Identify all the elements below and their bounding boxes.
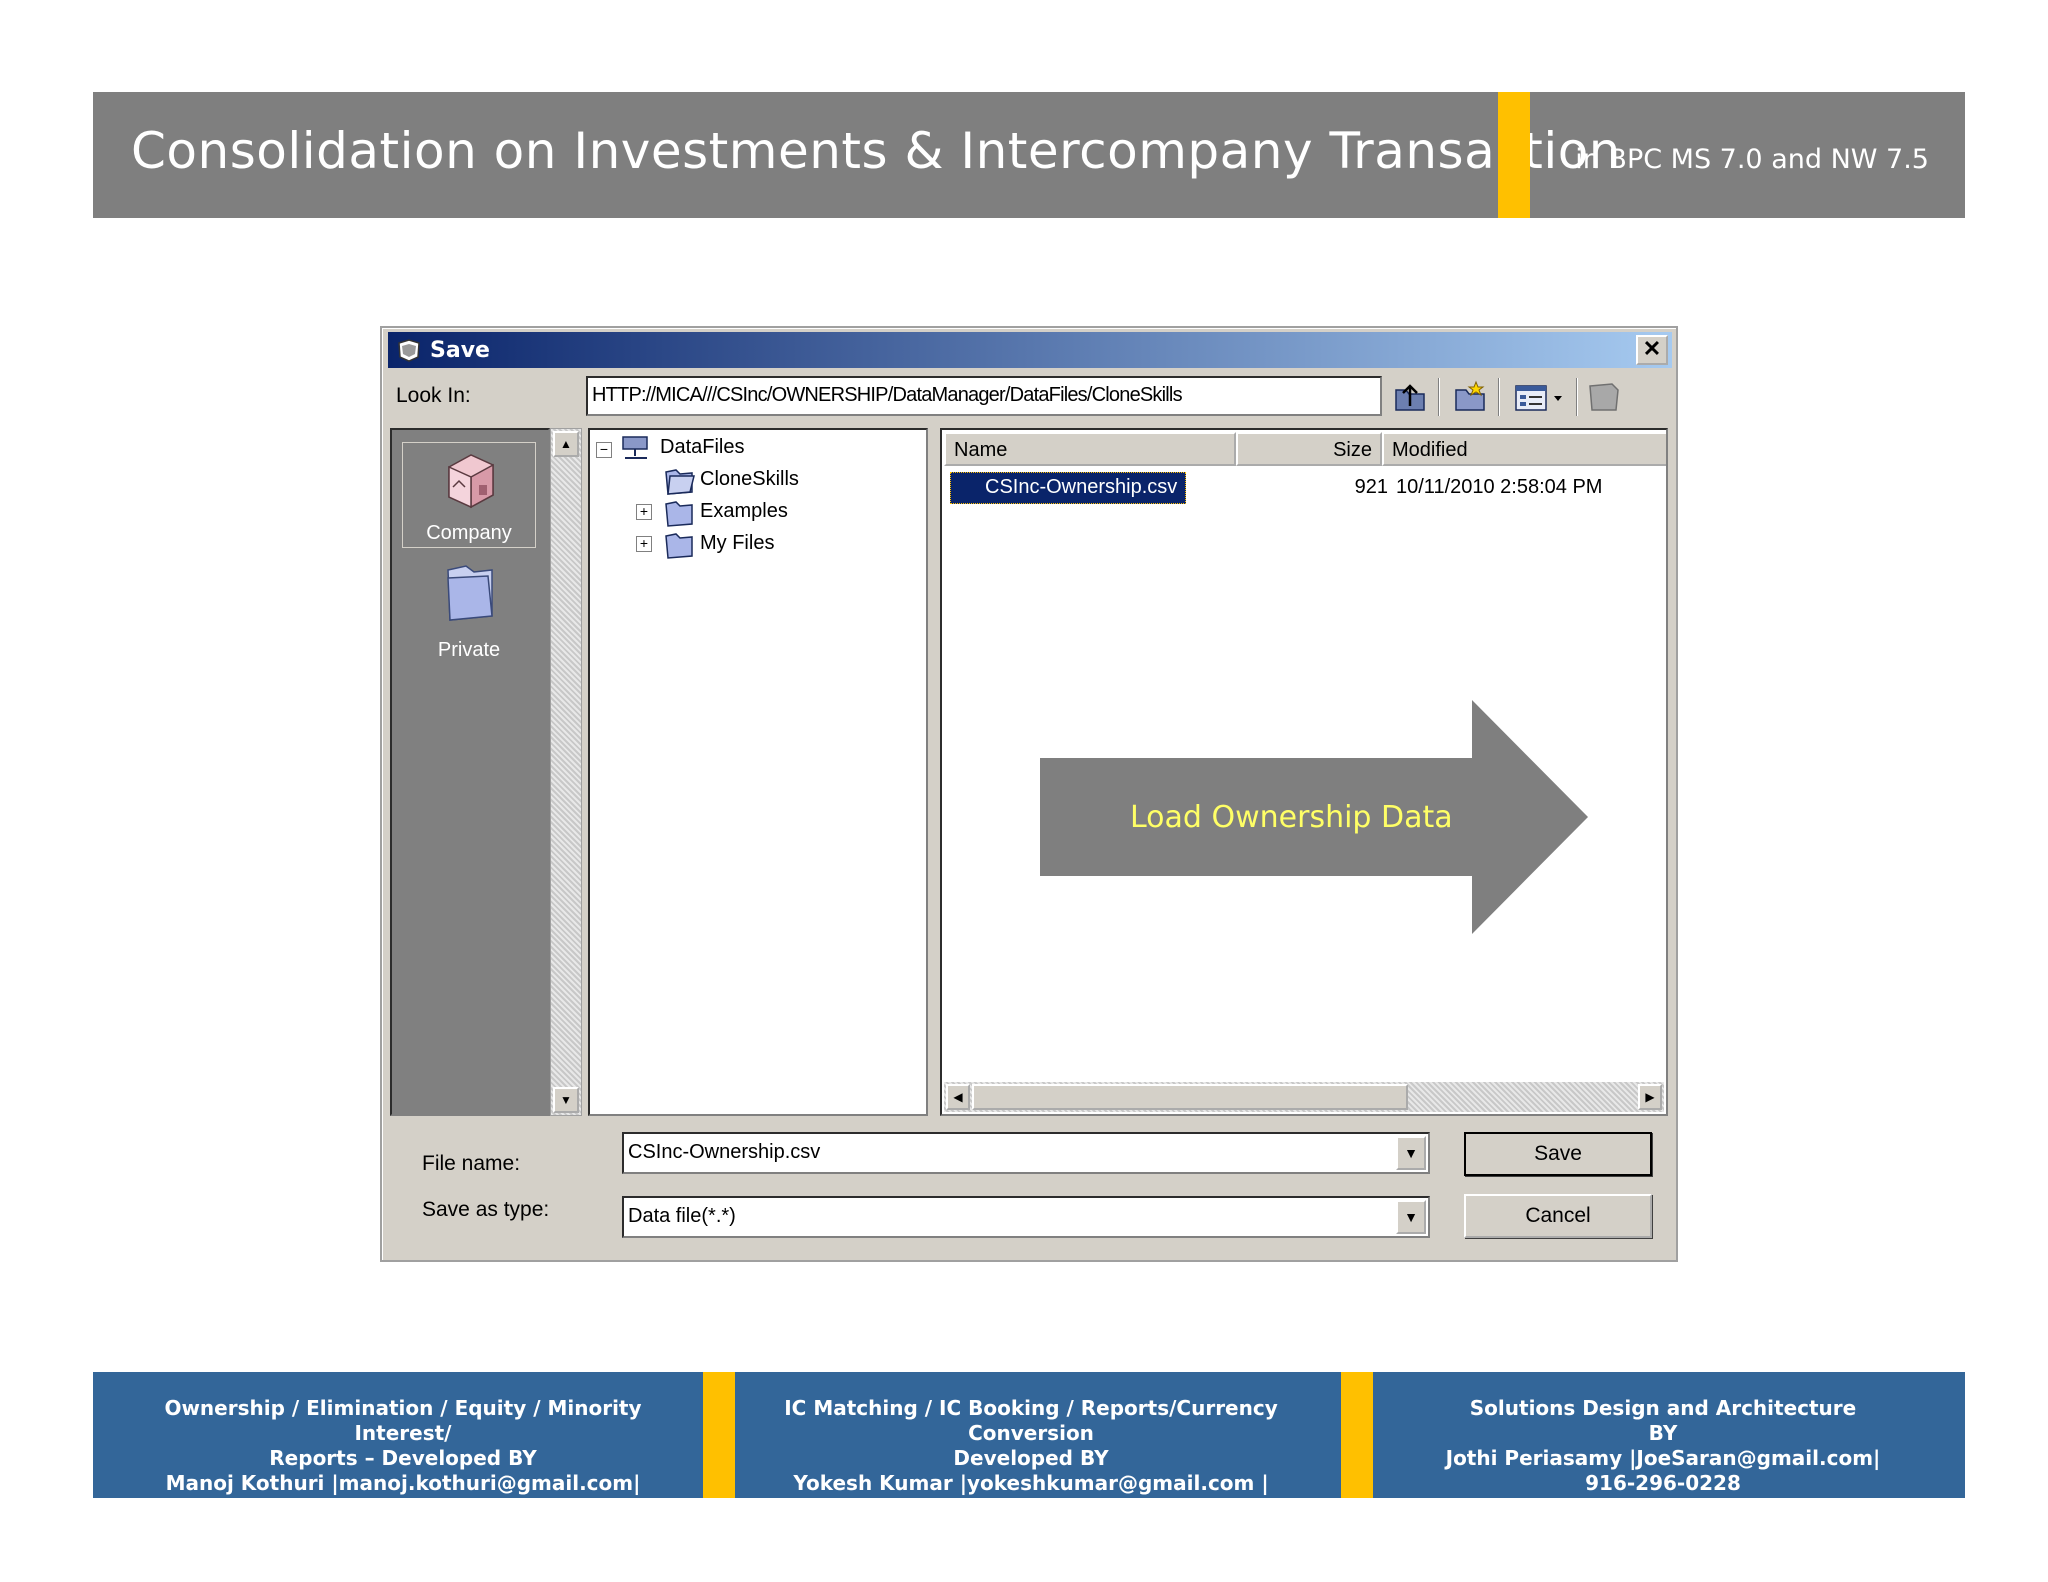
footer-line: Manoj Kothuri |manoj.kothuri@gmail.com|	[165, 1471, 641, 1495]
file-row[interactable]: CSInc-Ownership.csv 921 10/11/2010 2:58:…	[942, 472, 1666, 506]
folder-icon	[665, 501, 693, 527]
column-header-modified[interactable]: Modified	[1382, 432, 1666, 466]
cancel-button[interactable]: Cancel	[1464, 1194, 1652, 1238]
footer-line: Ownership / Elimination / Equity / Minor…	[164, 1396, 642, 1445]
tree-item-my-files[interactable]: My Files	[700, 532, 774, 555]
scroll-down-icon[interactable]: ▼	[553, 1087, 579, 1113]
footer-line: Developed BY	[953, 1446, 1109, 1470]
file-name-input[interactable]: CSInc-Ownership.csv ▼	[622, 1132, 1430, 1174]
look-in-field[interactable]: HTTP://MICA///CSInc/OWNERSHIP/DataManage…	[586, 376, 1382, 416]
slide-subtitle: in BPC MS 7.0 and NW 7.5	[1575, 144, 1929, 175]
view-menu-icon[interactable]	[1510, 376, 1570, 418]
new-folder-icon[interactable]	[1448, 376, 1492, 418]
tree-item-datafiles[interactable]: DataFiles	[660, 436, 744, 459]
save-button[interactable]: Save	[1464, 1132, 1652, 1176]
toolbar-separator	[1498, 378, 1500, 416]
file-size: 921	[1354, 476, 1388, 498]
look-in-label: Look In:	[396, 384, 471, 407]
dialog-title: Save	[430, 338, 490, 363]
places-scrollbar[interactable]: ▲ ▼	[550, 428, 582, 1116]
file-name-value: CSInc-Ownership.csv	[628, 1141, 821, 1163]
footer-credits-1: Ownership / Elimination / Equity / Minor…	[113, 1396, 693, 1521]
file-modified: 10/11/2010 2:58:04 PM	[1396, 476, 1603, 498]
file-list-scrollbar[interactable]: ◀ ▶	[944, 1082, 1664, 1112]
header-accent-bar	[1498, 92, 1530, 218]
tree-item-cloneskills[interactable]: CloneSkills	[700, 468, 799, 491]
footer-line: 617-957-5479	[325, 1496, 481, 1520]
server-icon	[448, 454, 494, 509]
place-company[interactable]: Company	[402, 442, 536, 548]
scrollbar-thumb[interactable]	[972, 1084, 1408, 1110]
slide-header: Consolidation on Investments & Intercomp…	[93, 92, 1965, 218]
place-private[interactable]: Private	[402, 558, 536, 664]
footer-line: Jothi Periasamy |JoeSaran@gmail.com|	[1445, 1446, 1881, 1470]
footer-line: Reports – Developed BY	[269, 1446, 537, 1470]
column-header-name[interactable]: Name	[944, 432, 1236, 466]
dialog-titlebar[interactable]: Save ✕	[388, 332, 1672, 368]
save-as-type-label: Save as type:	[422, 1198, 550, 1221]
file-name[interactable]: CSInc-Ownership.csv	[950, 472, 1187, 504]
slide-footer: Ownership / Elimination / Equity / Minor…	[93, 1372, 1965, 1520]
save-as-type-value: Data file(*.*)	[628, 1205, 736, 1227]
folder-icon	[447, 565, 493, 621]
folder-tree: − DataFiles CloneSkills + Examples + My …	[588, 428, 928, 1116]
close-button[interactable]: ✕	[1636, 335, 1668, 365]
scroll-right-icon[interactable]: ▶	[1638, 1084, 1662, 1110]
footer-line: (818) 270-0200	[944, 1496, 1118, 1520]
folder-open-icon	[665, 469, 695, 495]
collapse-icon[interactable]: −	[596, 442, 612, 458]
footer-line: 916-296-0228	[1585, 1471, 1741, 1495]
footer-line: BY	[1648, 1421, 1678, 1445]
footer-accent-bar	[703, 1372, 735, 1498]
footer-line: Yokesh Kumar |yokeshkumar@gmail.com |	[793, 1471, 1269, 1495]
save-as-type-select[interactable]: Data file(*.*) ▼	[622, 1196, 1430, 1238]
expand-icon[interactable]: +	[636, 536, 652, 552]
tree-item-examples[interactable]: Examples	[700, 500, 788, 523]
toolbar-separator	[1576, 378, 1578, 416]
file-name-label: File name:	[422, 1152, 521, 1175]
footer-accent-bar	[1341, 1372, 1373, 1498]
up-folder-icon[interactable]	[1388, 376, 1432, 418]
app-icon	[398, 339, 420, 362]
footer-credits-2: IC Matching / IC Booking / Reports/Curre…	[745, 1396, 1317, 1521]
footer-credits-3: Solutions Design and Architecture BY Jot…	[1383, 1396, 1943, 1496]
scroll-up-icon[interactable]: ▲	[553, 431, 579, 457]
network-drive-icon	[622, 436, 648, 459]
places-bar: Company Private	[390, 428, 550, 1116]
chevron-down-icon[interactable]: ▼	[1396, 1136, 1426, 1170]
place-label: Private	[437, 639, 501, 661]
slide-title: Consolidation on Investments & Intercomp…	[131, 122, 1621, 180]
expand-icon[interactable]: +	[636, 504, 652, 520]
delete-icon[interactable]	[1582, 376, 1626, 418]
footer-line: IC Matching / IC Booking / Reports/Curre…	[784, 1396, 1278, 1445]
chevron-down-icon[interactable]: ▼	[1396, 1200, 1426, 1234]
footer-line: Solutions Design and Architecture	[1469, 1396, 1857, 1420]
place-label: Company	[426, 522, 512, 544]
folder-icon	[665, 533, 693, 559]
toolbar-separator	[1438, 378, 1440, 416]
callout-text: Load Ownership Data	[1130, 800, 1453, 835]
column-header-size[interactable]: Size	[1236, 432, 1382, 466]
scroll-left-icon[interactable]: ◀	[946, 1084, 970, 1110]
